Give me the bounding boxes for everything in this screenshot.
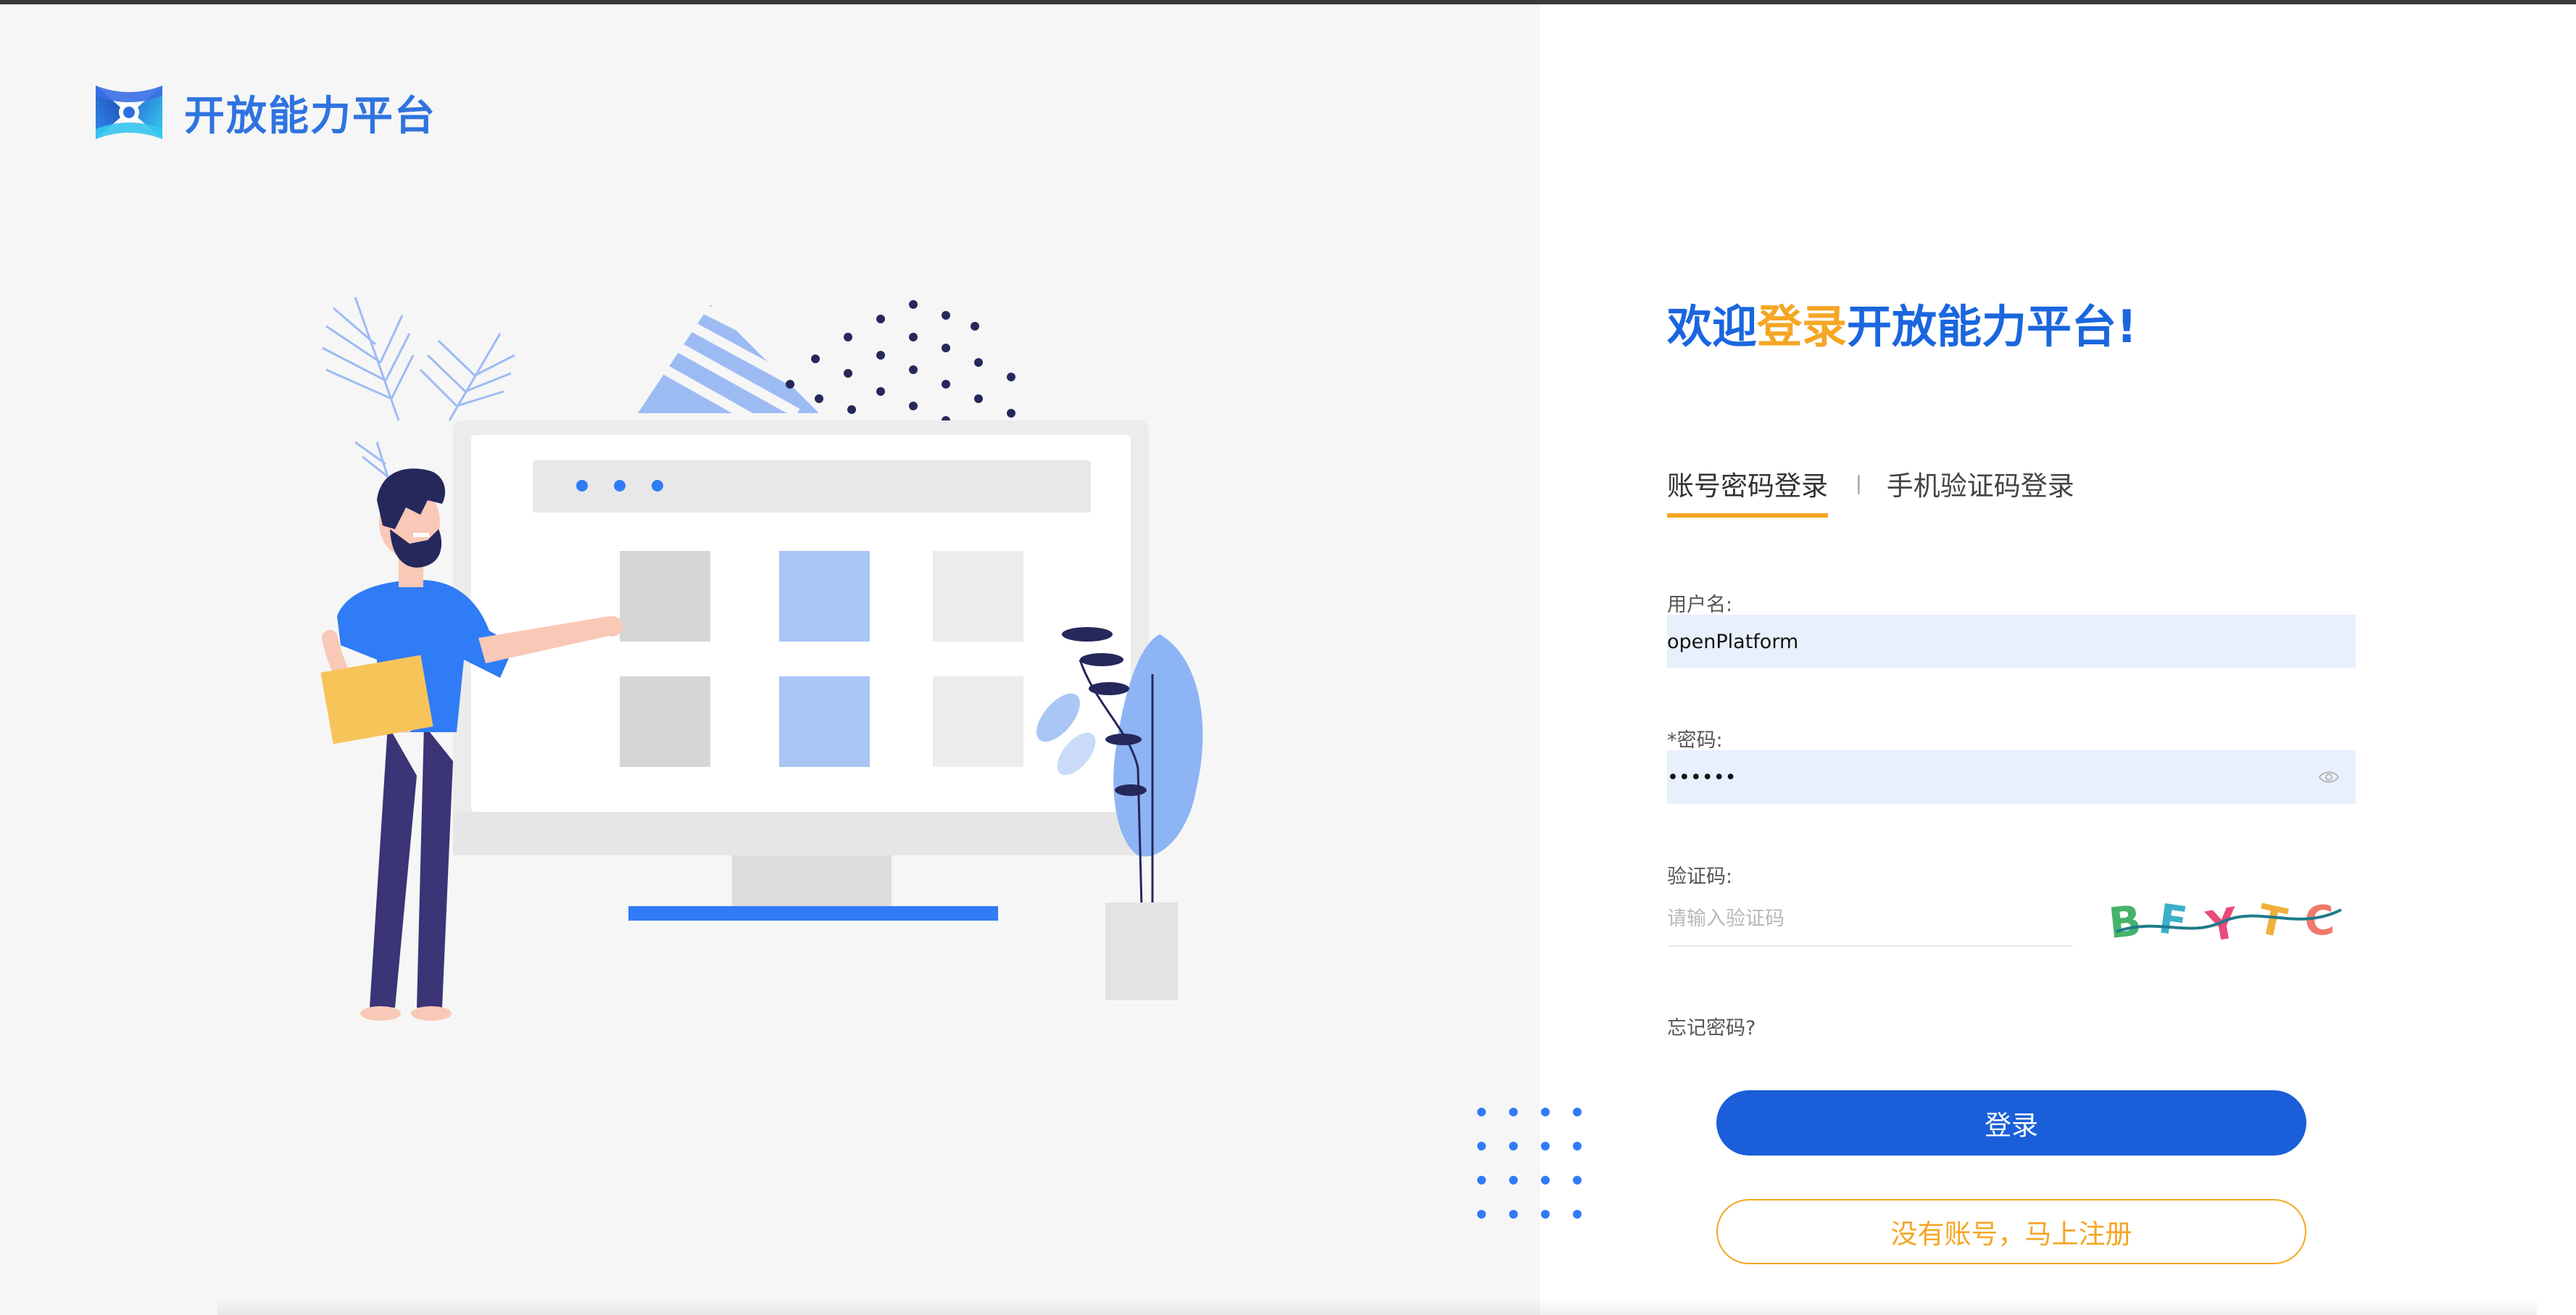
bottom-shadow xyxy=(217,1298,2537,1315)
username-field-box xyxy=(1667,615,2356,668)
captcha-char-5: C xyxy=(2303,897,2336,946)
username-input[interactable] xyxy=(1667,615,2305,668)
welcome-prefix: 欢迎 xyxy=(1667,300,1758,353)
captcha-char-4: T xyxy=(2253,896,2290,948)
captcha-input[interactable] xyxy=(1667,892,2073,947)
captcha-char-3: Y xyxy=(2202,897,2242,952)
welcome-title: 欢迎登录开放能力平台! xyxy=(1667,290,2137,355)
password-input[interactable] xyxy=(1667,750,2305,804)
hero-illustration xyxy=(320,296,1203,1021)
register-button[interactable]: 没有账号，马上注册 xyxy=(1716,1199,2306,1264)
brand-name: 开放能力平台 xyxy=(184,92,436,140)
username-label: 用户名: xyxy=(1667,594,1733,616)
captcha-char-1: B xyxy=(2106,896,2143,948)
eye-icon[interactable] xyxy=(2318,768,2340,787)
password-label: *密码: xyxy=(1667,729,1723,752)
welcome-highlight: 登录 xyxy=(1757,300,1848,353)
dot-grid-decoration xyxy=(1477,1108,1582,1219)
captcha-label: 验证码: xyxy=(1667,866,1733,888)
tab-password-login[interactable]: 账号密码登录 xyxy=(1667,464,1828,518)
password-field-box xyxy=(1667,750,2356,804)
captcha-char-2: F xyxy=(2156,895,2190,946)
captcha-image[interactable]: B F Y T C xyxy=(2102,888,2356,952)
login-submit-button[interactable]: 登录 xyxy=(1716,1090,2306,1156)
striped-triangle-decoration xyxy=(638,299,829,433)
monitor-graphic xyxy=(453,420,1149,921)
tab-separator: | xyxy=(1856,473,1862,494)
brand-header: 开放能力平台 xyxy=(93,80,436,145)
brand-logo-icon xyxy=(96,86,162,139)
forgot-password-link[interactable]: 忘记密码? xyxy=(1667,1012,1756,1040)
login-method-tabs: 账号密码登录 | 手机验证码登录 xyxy=(1667,464,2074,518)
tab-sms-login[interactable]: 手机验证码登录 xyxy=(1887,464,2074,513)
welcome-suffix: 开放能力平台! xyxy=(1847,300,2137,353)
